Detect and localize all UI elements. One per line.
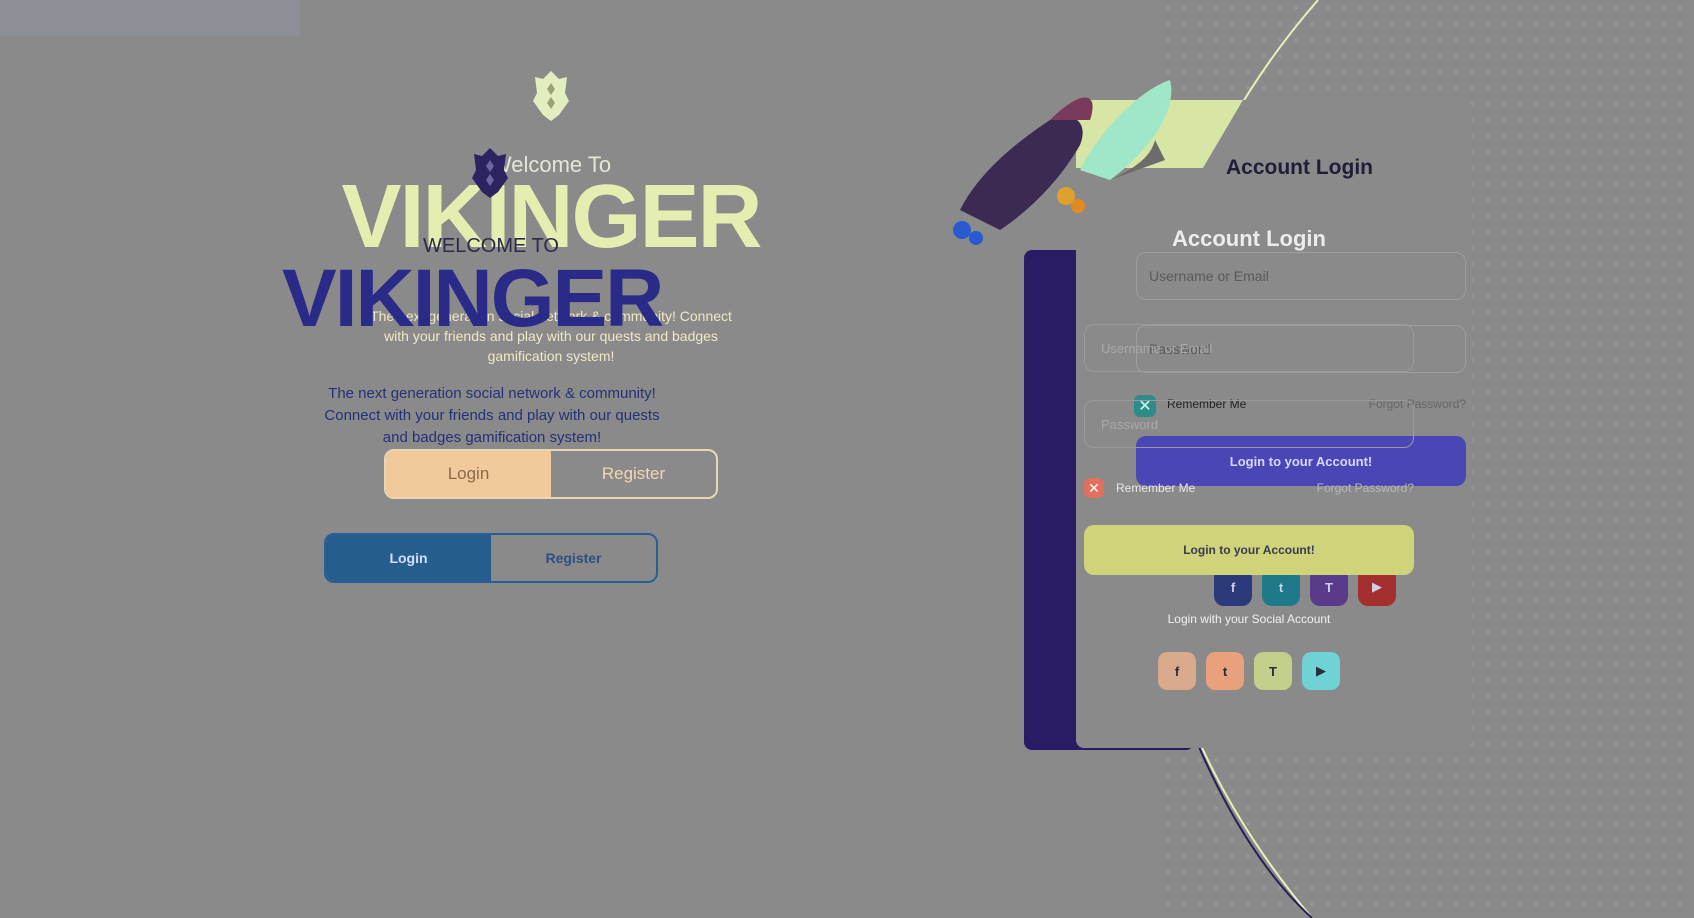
password-input[interactable] bbox=[1084, 400, 1414, 448]
twitch-button[interactable]: T bbox=[1254, 652, 1292, 690]
ghost-form-title: Account Login bbox=[1226, 156, 1373, 179]
twitter-button[interactable]: t bbox=[1206, 652, 1244, 690]
youtube-icon: ▶ bbox=[1316, 663, 1326, 678]
username-input[interactable] bbox=[1084, 324, 1414, 372]
facebook-icon: f bbox=[1174, 663, 1180, 679]
tab-login[interactable]: Login bbox=[326, 535, 491, 581]
brand-title: VIKINGER bbox=[282, 253, 664, 344]
vikinger-logo-dark-icon bbox=[472, 148, 508, 198]
facebook-button[interactable]: f bbox=[1158, 652, 1196, 690]
twitter-icon: t bbox=[1278, 579, 1284, 595]
ghost-tab-register[interactable]: Register bbox=[551, 451, 716, 497]
form-title: Account Login bbox=[1172, 226, 1326, 251]
forgot-password-link[interactable]: Forgot Password? bbox=[1298, 481, 1414, 495]
youtube-icon: ▶ bbox=[1372, 579, 1382, 594]
remember-label: Remember Me bbox=[1116, 481, 1196, 495]
youtube-button[interactable]: ▶ bbox=[1302, 652, 1340, 690]
tab-register[interactable]: Register bbox=[491, 535, 656, 581]
twitter-icon: t bbox=[1222, 663, 1228, 679]
login-submit-button[interactable]: Login to your Account! bbox=[1084, 525, 1414, 575]
tagline: The next generation social network & com… bbox=[324, 385, 660, 446]
auth-tabs: Login Register bbox=[324, 533, 658, 583]
facebook-icon: f bbox=[1230, 579, 1236, 595]
ghost-tab-login[interactable]: Login bbox=[386, 451, 551, 497]
twitch-icon: T bbox=[1269, 663, 1277, 679]
vikinger-logo-icon bbox=[533, 71, 569, 121]
twitch-icon: T bbox=[1325, 579, 1333, 595]
ghost-username-input[interactable] bbox=[1136, 252, 1466, 300]
remember-checkbox[interactable]: ✕ bbox=[1084, 478, 1104, 498]
social-login-label: Login with your Social Account bbox=[1167, 612, 1331, 626]
ghost-auth-tabs: Login Register bbox=[384, 449, 718, 499]
